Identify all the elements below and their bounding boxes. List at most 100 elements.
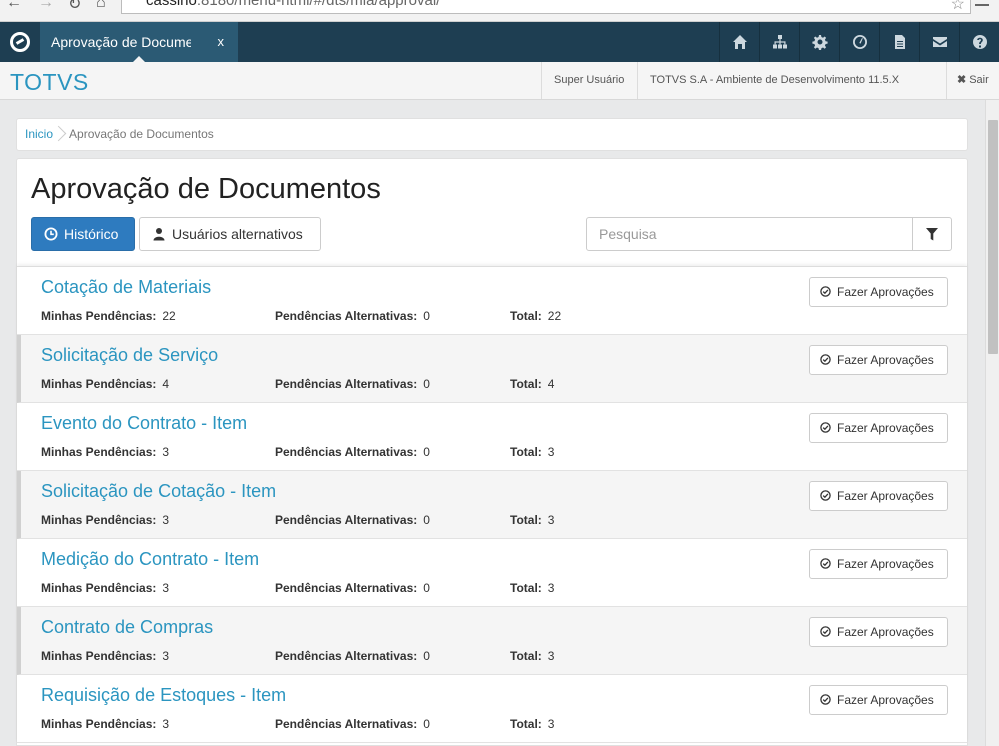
my-pending-count: Minhas Pendências: 3 [41, 445, 169, 459]
tab-aprovacao[interactable]: Aprovação de Documentos x [40, 22, 238, 63]
alternative-pending-value: 0 [423, 309, 430, 323]
scrollbar-thumb[interactable] [988, 120, 998, 354]
make-approvals-button[interactable]: Fazer Aprovações [809, 617, 948, 647]
tab-label: Aprovação de Documentos [51, 34, 191, 50]
document-type-link[interactable]: Requisição de Estoques - Item [41, 685, 286, 706]
check-circle-icon [820, 558, 831, 569]
make-approvals-button[interactable]: Fazer Aprovações [809, 345, 948, 375]
alternative-pending-label: Pendências Alternativas: [275, 649, 418, 663]
alternative-pending-count: Pendências Alternativas: 0 [275, 513, 430, 527]
total-count: Total: 3 [510, 581, 554, 595]
check-circle-icon [820, 626, 831, 637]
filter-button[interactable] [912, 217, 952, 251]
make-approvals-button[interactable]: Fazer Aprovações [809, 413, 948, 443]
alternative-pending-value: 0 [423, 513, 430, 527]
my-pending-value: 3 [162, 581, 170, 595]
forward-arrow-icon[interactable]: → [38, 0, 54, 12]
document-type-link[interactable]: Solicitação de Serviço [41, 345, 218, 366]
help-icon[interactable] [959, 22, 999, 62]
app-logo-icon[interactable] [0, 22, 40, 62]
address-bar[interactable]: cassino:8180/menu-html/#/dts/mla/approva… [121, 0, 971, 14]
my-pending-label: Minhas Pendências: [41, 309, 157, 323]
page-title: Aprovação de Documentos [31, 173, 381, 205]
total-label: Total: [510, 649, 542, 663]
browser-home-icon[interactable]: ⌂ [96, 0, 106, 12]
logout-label: Sair [969, 74, 989, 86]
document-type-link[interactable]: Contrato de Compras [41, 617, 213, 638]
alternative-pending-count: Pendências Alternativas: 0 [275, 445, 430, 459]
check-circle-icon [820, 490, 831, 501]
logout-button[interactable]: ✖ Sair [946, 62, 999, 99]
make-approvals-button[interactable]: Fazer Aprovações [809, 685, 948, 715]
my-pending-value: 3 [162, 445, 170, 459]
document-icon[interactable] [879, 22, 919, 62]
browser-menu-icon[interactable] [975, 0, 989, 6]
breadcrumb-home-link[interactable]: Inicio [25, 127, 53, 141]
clock-icon [44, 227, 58, 241]
my-pending-value: 22 [162, 309, 176, 323]
page-scrollbar[interactable] [985, 100, 999, 746]
home-icon[interactable] [719, 22, 759, 62]
make-approvals-label: Fazer Aprovações [837, 421, 934, 435]
history-button[interactable]: Histórico [31, 217, 135, 251]
url-host: cassino [146, 0, 197, 9]
list-item: Solicitação de Serviço Minhas Pendências:… [17, 335, 967, 403]
bookmark-star-icon[interactable]: ☆ [951, 0, 965, 14]
alternative-pending-value: 0 [423, 717, 430, 731]
make-approvals-label: Fazer Aprovações [837, 693, 934, 707]
back-arrow-icon[interactable]: ← [6, 0, 22, 12]
document-type-link[interactable]: Evento do Contrato - Item [41, 413, 247, 434]
breadcrumb: Inicio Aprovação de Documentos [16, 118, 968, 151]
alternative-pending-value: 0 [423, 377, 430, 391]
alternative-users-button[interactable]: Usuários alternativos [139, 217, 321, 251]
my-pending-value: 3 [162, 513, 170, 527]
main-content: Inicio Aprovação de Documentos Aprovação … [0, 100, 985, 746]
document-type-link[interactable]: Cotação de Materiais [41, 277, 211, 298]
app-header: TOTVS Super Usuário TOTVS S.A - Ambiente… [0, 62, 999, 123]
my-pending-label: Minhas Pendências: [41, 513, 157, 527]
make-approvals-button[interactable]: Fazer Aprovações [809, 481, 948, 511]
tab-close-button[interactable]: x [218, 22, 225, 62]
list-item: Cotação de Materiais Minhas Pendências: 22… [17, 267, 967, 335]
document-type-link[interactable]: Medição do Contrato - Item [41, 549, 259, 570]
alternative-pending-value: 0 [423, 445, 430, 459]
app-top-bar: Aprovação de Documentos x [0, 22, 999, 63]
make-approvals-label: Fazer Aprovações [837, 557, 934, 571]
brand-logo[interactable]: TOTVS [10, 69, 89, 96]
my-pending-label: Minhas Pendências: [41, 581, 157, 595]
my-pending-count: Minhas Pendências: 3 [41, 581, 169, 595]
total-value: 4 [547, 377, 555, 391]
reload-icon[interactable]: ↻ [68, 0, 81, 14]
total-label: Total: [510, 513, 542, 527]
breadcrumb-current: Aprovação de Documentos [69, 127, 214, 141]
list-item: Requisição de Estoques - Item Minhas Pend… [17, 675, 967, 743]
browser-toolbar: ← → ↻ ⌂ cassino:8180/menu-html/#/dts/mla… [0, 0, 999, 22]
make-approvals-label: Fazer Aprovações [837, 285, 934, 299]
url-path: :8180/menu-html/#/dts/mla/approval/ [196, 0, 441, 9]
make-approvals-label: Fazer Aprovações [837, 489, 934, 503]
document-type-link[interactable]: Solicitação de Cotação - Item [41, 481, 276, 502]
mail-icon[interactable] [919, 22, 959, 62]
dashboard-icon[interactable] [839, 22, 879, 62]
close-icon: ✖ [957, 74, 967, 86]
total-value: 3 [547, 649, 555, 663]
check-circle-icon [820, 694, 831, 705]
total-value: 22 [547, 309, 562, 323]
alternative-pending-label: Pendências Alternativas: [275, 309, 418, 323]
search-input[interactable] [586, 217, 913, 251]
make-approvals-button[interactable]: Fazer Aprovações [809, 549, 948, 579]
alternative-users-label: Usuários alternativos [172, 226, 303, 242]
make-approvals-button[interactable]: Fazer Aprovações [809, 277, 948, 307]
sitemap-icon[interactable] [759, 22, 799, 62]
alternative-pending-count: Pendências Alternativas: 0 [275, 717, 430, 731]
total-label: Total: [510, 309, 542, 323]
alternative-pending-label: Pendências Alternativas: [275, 445, 418, 459]
my-pending-label: Minhas Pendências: [41, 445, 157, 459]
total-value: 3 [547, 581, 555, 595]
breadcrumb-separator-icon [55, 119, 63, 150]
check-circle-icon [820, 354, 831, 365]
total-count: Total: 4 [510, 377, 554, 391]
user-name[interactable]: Super Usuário [541, 62, 637, 99]
total-count: Total: 3 [510, 445, 554, 459]
gear-icon[interactable] [799, 22, 839, 62]
